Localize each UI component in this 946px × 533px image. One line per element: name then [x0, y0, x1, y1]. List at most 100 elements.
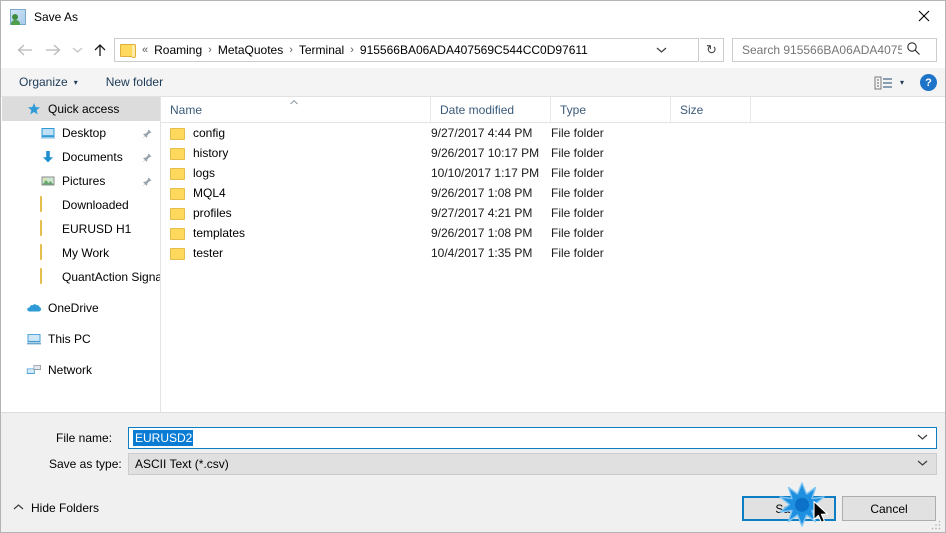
new-folder-label: New folder — [105, 75, 164, 89]
column-header-size[interactable]: Size — [671, 97, 751, 122]
save-as-dialog: Save As « Roaming › MetaQuotes › Termina… — [0, 0, 946, 533]
breadcrumb-overflow[interactable]: « — [136, 44, 154, 56]
file-name-label: config — [193, 126, 226, 140]
file-name-cell: history — [161, 146, 431, 160]
breadcrumb-item-metaquotes[interactable]: MetaQuotes — [218, 43, 283, 57]
column-header-type[interactable]: Type — [551, 97, 671, 122]
file-type-cell: File folder — [551, 146, 604, 160]
recent-locations-chevron-down-icon[interactable] — [67, 37, 87, 63]
file-date-cell: 9/27/2017 4:21 PM — [431, 206, 533, 220]
resize-grip[interactable] — [930, 518, 942, 530]
sidebar-item-documents[interactable]: Documents — [2, 145, 160, 169]
folder-icon — [120, 43, 136, 58]
back-icon[interactable] — [9, 37, 39, 63]
file-date-cell: 9/26/2017 1:08 PM — [431, 226, 533, 240]
column-headers: Name Date modified Type Size — [161, 97, 945, 123]
folder-icon — [170, 247, 185, 260]
help-icon[interactable]: ? — [920, 74, 937, 91]
pin-icon — [142, 176, 152, 187]
sidebar-label: Network — [48, 363, 93, 377]
breadcrumb-item-terminal-id[interactable]: 915566BA06ADA407569C544CC0D97611 — [360, 43, 588, 57]
save-button[interactable]: Save — [742, 496, 836, 521]
sidebar-label: My Work — [62, 246, 110, 260]
table-row[interactable]: MQL4 9/26/2017 1:08 PM File folder — [161, 183, 945, 203]
search-input[interactable] — [740, 42, 904, 58]
table-row[interactable]: templates 9/26/2017 1:08 PM File folder — [161, 223, 945, 243]
chevron-down-icon[interactable] — [917, 459, 928, 470]
file-name-cell: logs — [161, 166, 431, 180]
sidebar-item-eurusd-h1[interactable]: EURUSD H1 — [2, 217, 160, 241]
cancel-button[interactable]: Cancel — [842, 496, 936, 521]
column-header-label: Name — [170, 102, 203, 117]
file-name-label: File name: — [56, 431, 113, 445]
file-date-cell: 9/26/2017 10:17 PM — [431, 146, 540, 160]
sidebar-item-onedrive[interactable]: OneDrive — [2, 296, 160, 320]
sidebar-label: OneDrive — [48, 301, 99, 315]
sidebar-label: Downloaded — [62, 198, 129, 212]
download-arrow-icon — [40, 149, 56, 165]
up-one-level-icon[interactable] — [87, 37, 113, 63]
file-name-input[interactable]: EURUSD2 — [128, 427, 937, 449]
breadcrumb-chevron-down-icon[interactable] — [650, 39, 672, 61]
sidebar-item-this-pc[interactable]: This PC — [2, 327, 160, 351]
search-box[interactable] — [732, 38, 937, 62]
refresh-icon[interactable]: ↻ — [700, 38, 724, 62]
folder-icon — [40, 268, 56, 285]
app-icon — [10, 8, 26, 25]
hide-folders-label: Hide Folders — [31, 501, 100, 515]
file-name-cell: templates — [161, 226, 431, 240]
hide-folders-button[interactable]: Hide Folders — [13, 501, 99, 515]
breadcrumb-separator[interactable]: › — [202, 44, 218, 56]
file-name-label: logs — [193, 166, 216, 180]
sidebar-item-quantaction-signal[interactable]: QuantAction Signal — [2, 265, 160, 289]
table-row[interactable]: tester 10/4/2017 1:35 PM File folder — [161, 243, 945, 263]
folder-icon — [40, 244, 56, 261]
table-row[interactable]: config 9/27/2017 4:44 PM File folder — [161, 123, 945, 143]
file-date-cell: 9/27/2017 4:44 PM — [431, 126, 533, 140]
table-row[interactable]: history 9/26/2017 10:17 PM File folder — [161, 143, 945, 163]
breadcrumb[interactable]: « Roaming › MetaQuotes › Terminal › 9155… — [114, 38, 699, 62]
breadcrumb-item-terminal[interactable]: Terminal — [299, 43, 344, 57]
sidebar-item-pictures[interactable]: Pictures — [2, 169, 160, 193]
sidebar-item-desktop[interactable]: Desktop — [2, 121, 160, 145]
chevron-up-icon — [13, 503, 24, 514]
new-folder-button[interactable]: New folder — [98, 71, 171, 93]
table-row[interactable]: profiles 9/27/2017 4:21 PM File folder — [161, 203, 945, 223]
column-header-label: Date modified — [440, 102, 515, 117]
breadcrumb-separator[interactable]: › — [283, 44, 299, 56]
cloud-icon — [26, 300, 42, 316]
file-name-cell: profiles — [161, 206, 431, 220]
close-icon[interactable] — [901, 1, 945, 31]
file-date-cell: 10/10/2017 1:17 PM — [431, 166, 540, 180]
view-layout-icon[interactable] — [874, 75, 894, 91]
search-icon[interactable] — [906, 41, 921, 59]
file-type-cell: File folder — [551, 126, 604, 140]
table-row[interactable]: logs 10/10/2017 1:17 PM File folder — [161, 163, 945, 183]
file-list-pane: Name Date modified Type Size config 9/27… — [161, 97, 945, 412]
sidebar-label: This PC — [48, 332, 91, 346]
column-header-name[interactable]: Name — [161, 97, 431, 122]
folder-icon — [170, 227, 185, 240]
chevron-down-icon[interactable] — [917, 433, 928, 444]
breadcrumb-item-roaming[interactable]: Roaming — [154, 43, 202, 57]
folder-icon — [170, 187, 185, 200]
folder-icon — [40, 196, 56, 213]
save-as-type-select[interactable]: ASCII Text (*.csv) — [128, 453, 937, 475]
breadcrumb-separator[interactable]: › — [344, 44, 360, 56]
sidebar-item-downloaded[interactable]: Downloaded — [2, 193, 160, 217]
file-name-cell: config — [161, 126, 431, 140]
forward-icon[interactable] — [39, 37, 67, 63]
file-name-label: MQL4 — [193, 186, 226, 200]
sort-ascending-icon — [289, 97, 299, 107]
sidebar-item-my-work[interactable]: My Work — [2, 241, 160, 265]
column-header-date-modified[interactable]: Date modified — [431, 97, 551, 122]
window-title: Save As — [34, 9, 79, 24]
organize-button[interactable]: Organize ▾ — [11, 71, 86, 93]
sidebar-item-quick-access[interactable]: Quick access — [2, 97, 160, 121]
file-type-cell: File folder — [551, 166, 604, 180]
view-chevron-down-icon[interactable]: ▾ — [900, 78, 904, 87]
sidebar-item-network[interactable]: Network — [2, 358, 160, 382]
folder-icon — [170, 167, 185, 180]
